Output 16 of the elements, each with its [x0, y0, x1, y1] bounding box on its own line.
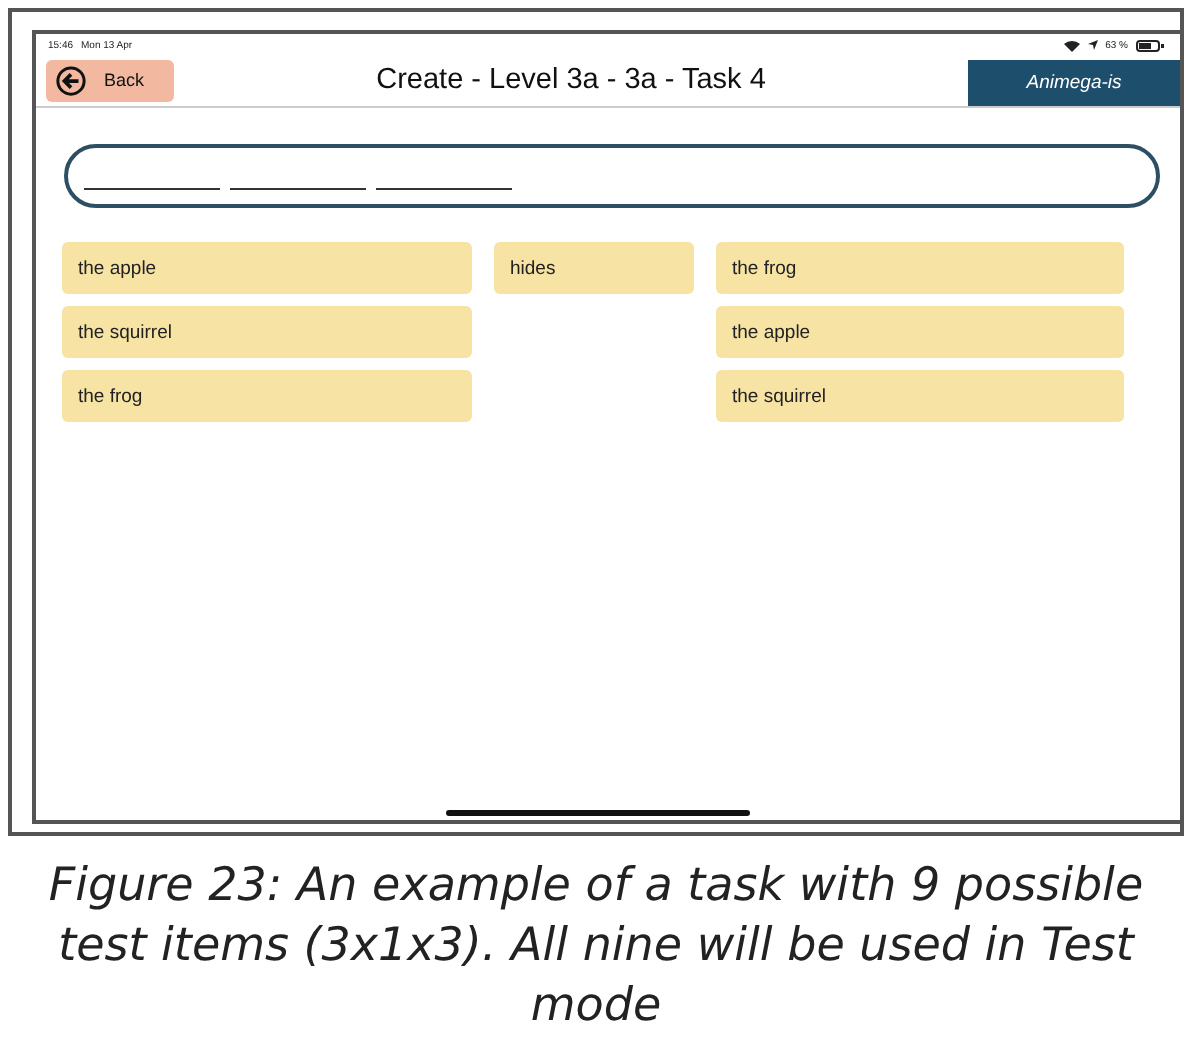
location-icon: [1087, 40, 1098, 50]
word-tile[interactable]: the frog: [716, 242, 1124, 294]
back-button[interactable]: Back: [46, 59, 174, 101]
battery-icon: [1136, 39, 1164, 51]
figure-caption: Figure 23: An example of a task with 9 possible test items (3x1x3). All nine will be used in Test mode: [46, 858, 1146, 1036]
brand-label: Animega-is: [968, 60, 1180, 106]
wifi-icon: [1063, 39, 1080, 51]
word-tile[interactable]: the squirrel: [62, 306, 472, 358]
word-tile[interactable]: the apple: [716, 306, 1124, 358]
word-tile[interactable]: hides: [494, 242, 694, 294]
back-arrow-icon: [56, 65, 86, 95]
word-tile[interactable]: the frog: [62, 370, 472, 422]
word-tile[interactable]: the squirrel: [716, 370, 1124, 422]
answer-field[interactable]: [64, 144, 1160, 208]
word-tile[interactable]: the apple: [62, 242, 472, 294]
screen-title: Create - Level 3a - 3a - Task 4: [374, 64, 768, 96]
